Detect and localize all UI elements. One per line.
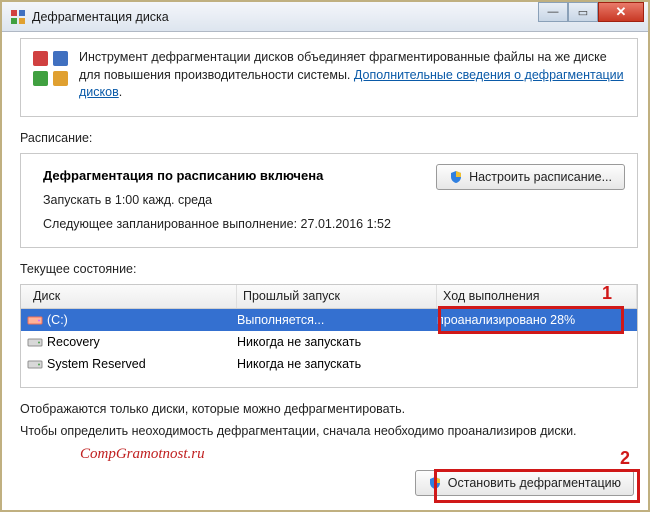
info-text: Инструмент дефрагментации дисков объедин… [79, 49, 625, 102]
defrag-icon [10, 9, 26, 25]
stop-button-label: Остановить дефрагментацию [448, 476, 621, 490]
cell-last: Выполняется... [237, 313, 437, 327]
cell-disk: System Reserved [27, 356, 237, 372]
hdd-icon [27, 334, 43, 350]
col-last-run[interactable]: Прошлый запуск [237, 285, 437, 308]
schedule-run: Запускать в 1:00 кажд. среда [43, 193, 621, 207]
col-disk[interactable]: Диск [27, 285, 237, 308]
window-buttons: — ▭ ✕ [538, 2, 644, 22]
schedule-label: Расписание: [20, 131, 638, 145]
cell-disk: (C:) [27, 312, 237, 328]
schedule-panel: Дефрагментация по расписанию включена За… [20, 153, 638, 248]
annotation-number-1: 1 [602, 283, 612, 304]
minimize-button[interactable]: — [538, 2, 568, 22]
stop-area: Остановить дефрагментацию [415, 470, 634, 496]
cell-progress: проанализировано 28% [437, 313, 637, 327]
maximize-button[interactable]: ▭ [568, 2, 598, 22]
footer-note2: Чтобы определить неоходимость дефрагмент… [20, 422, 638, 440]
info-panel: Инструмент дефрагментации дисков объедин… [20, 38, 638, 117]
disk-table: Диск Прошлый запуск Ход выполнения (C:) … [20, 284, 638, 388]
cell-last: Никогда не запускать [237, 357, 437, 371]
cell-disk: Recovery [27, 334, 237, 350]
shield-icon [428, 476, 442, 490]
watermark-text: CompGramotnost.ru [80, 446, 638, 463]
titlebar[interactable]: Дефрагментация диска — ▭ ✕ [2, 2, 648, 32]
defrag-large-icon [31, 49, 71, 89]
defrag-window: Дефрагментация диска — ▭ ✕ Инструмент де… [0, 0, 650, 512]
schedule-next: Следующее запланированное выполнение: 27… [43, 217, 621, 231]
table-row[interactable]: System Reserved Никогда не запускать [21, 353, 637, 375]
hdd-icon [27, 312, 43, 328]
table-row[interactable]: Recovery Никогда не запускать [21, 331, 637, 353]
shield-icon [449, 170, 463, 184]
close-button[interactable]: ✕ [598, 2, 644, 22]
footer-note1: Отображаются только диски, которые можно… [20, 400, 638, 418]
window-title: Дефрагментация диска [32, 10, 169, 24]
hdd-icon [27, 356, 43, 372]
cell-last: Никогда не запускать [237, 335, 437, 349]
stop-defrag-button[interactable]: Остановить дефрагментацию [415, 470, 634, 496]
configure-schedule-button[interactable]: Настроить расписание... [436, 164, 625, 190]
annotation-number-2: 2 [620, 448, 630, 469]
configure-button-label: Настроить расписание... [469, 170, 612, 184]
table-header: Диск Прошлый запуск Ход выполнения [21, 285, 637, 309]
content-area: Инструмент дефрагментации дисков объедин… [2, 32, 648, 473]
status-label: Текущее состояние: [20, 262, 638, 276]
table-row[interactable]: (C:) Выполняется... проанализировано 28% [21, 309, 637, 331]
